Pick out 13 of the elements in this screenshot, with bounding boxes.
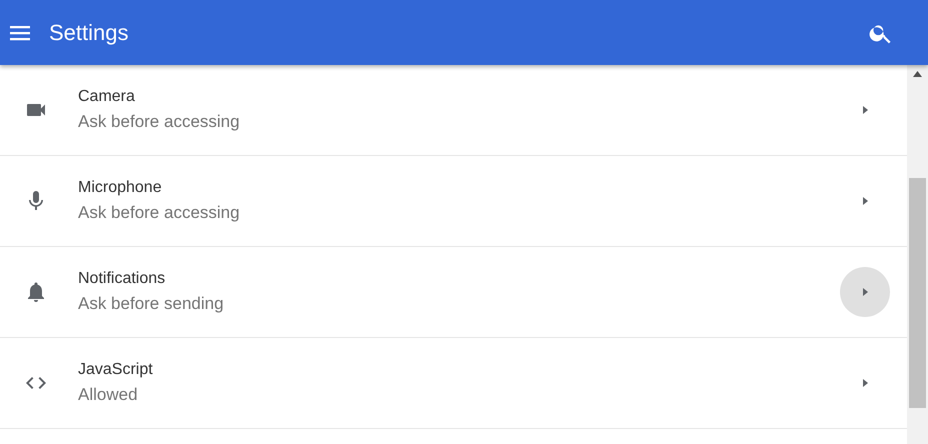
open-button[interactable]: [840, 267, 890, 317]
app-title: Settings: [49, 20, 130, 46]
setting-title: Camera: [78, 88, 136, 106]
scrollbar[interactable]: [907, 65, 928, 444]
scroll-up-icon[interactable]: [913, 71, 922, 77]
setting-status: Allowed: [78, 385, 139, 405]
setting-status: Ask before sending: [78, 294, 225, 314]
setting-title: JavaScript: [78, 361, 154, 379]
setting-status: Ask before accessing: [78, 112, 241, 132]
setting-status: Ask before accessing: [78, 203, 241, 223]
setting-title: Microphone: [78, 179, 163, 197]
setting-title: Notifications: [78, 270, 166, 288]
scrollbar-thumb[interactable]: [909, 178, 926, 408]
